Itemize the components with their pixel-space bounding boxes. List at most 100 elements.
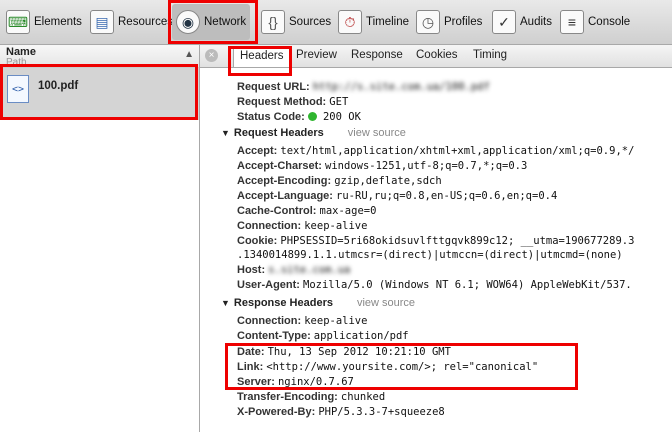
tab-timeline[interactable]: ⏱ Timeline — [338, 4, 409, 40]
tab-audits[interactable]: ✓ Audits — [492, 4, 552, 40]
sort-arrow-icon[interactable]: ▲ — [184, 49, 194, 60]
header-key: Connection: — [237, 220, 302, 232]
status-ok-icon — [307, 112, 317, 121]
header-line: Accept: text/html,application/xhtml+xml,… — [237, 145, 634, 157]
header-line: X-Powered-By: PHP/5.3.3-7+squeeze8 — [237, 406, 445, 418]
header-value: chunked — [340, 391, 386, 403]
tab-preview[interactable]: Preview — [296, 49, 337, 61]
tab-label: Audits — [520, 16, 552, 28]
request-method-line: Request Method: GET — [237, 96, 348, 108]
tab-resources[interactable]: ▤ Resources — [90, 4, 173, 40]
detail-tabs: × Headers Preview Response Cookies Timin… — [200, 45, 672, 68]
header-line: Cookie: PHPSESSID=5ri68okidsuvlfttgqvk89… — [237, 235, 634, 247]
tab-label: Console — [588, 16, 631, 28]
header-value: text/html,application/xhtml+xml,applicat… — [280, 145, 635, 157]
request-headers-title: Request Headers — [233, 127, 324, 139]
network-request-list: Name Path ▲ <> 100.pdf — [0, 45, 200, 432]
resources-icon: ▤ — [90, 10, 114, 34]
tab-label: Resources — [118, 16, 173, 28]
list-header[interactable]: Name Path ▲ — [0, 45, 199, 68]
header-value: keep-alive — [304, 220, 368, 232]
devtools-toolbar: ⌨ Elements ▤ Resources ◉ Network {} Sour… — [0, 0, 672, 45]
network-icon: ◉ — [176, 10, 200, 34]
tab-headers[interactable]: Headers — [233, 47, 291, 67]
tab-timing[interactable]: Timing — [473, 49, 507, 61]
tab-label: Network — [204, 16, 247, 28]
tab-label: Sources — [289, 16, 332, 28]
tab-elements[interactable]: ⌨ Elements — [6, 4, 82, 40]
header-key: Server: — [237, 376, 275, 388]
header-value: ru-RU,ru;q=0.8,en-US;q=0.6,en;q=0.4 — [336, 190, 558, 202]
header-line: Transfer-Encoding: chunked — [237, 391, 385, 403]
header-line: Accept-Encoding: gzip,deflate,sdch — [237, 175, 442, 187]
header-line: Content-Type: application/pdf — [237, 330, 409, 342]
tab-response[interactable]: Response — [351, 49, 403, 61]
elements-icon: ⌨ — [6, 10, 30, 34]
status-code-value: 200 OK — [322, 111, 361, 123]
request-headers-section[interactable]: ▼ Request Headers view source — [221, 127, 406, 139]
response-headers-title: Response Headers — [233, 297, 333, 309]
header-value: PHP/5.3.3-7+squeeze8 — [318, 406, 445, 418]
sources-icon: {} — [261, 10, 285, 34]
header-line: Server: nginx/0.7.67 — [237, 376, 354, 388]
header-value: Thu, 13 Sep 2012 10:21:10 GMT — [267, 346, 451, 358]
header-line: User-Agent: Mozilla/5.0 (Windows NT 6.1;… — [237, 279, 632, 291]
header-key: Date: — [237, 346, 265, 358]
header-value: application/pdf — [313, 330, 409, 342]
document-icon: <> — [7, 75, 29, 103]
header-key: Transfer-Encoding: — [237, 391, 338, 403]
request-method-value: GET — [329, 96, 349, 108]
view-source-link[interactable]: view source — [348, 127, 406, 139]
header-key: User-Agent: — [237, 279, 300, 291]
header-value: windows-1251,utf-8;q=0.7,*;q=0.3 — [325, 160, 528, 172]
header-value: <http://www.yoursite.com/>; rel="canonic… — [266, 361, 539, 373]
expand-triangle-icon[interactable]: ▼ — [221, 298, 230, 308]
header-key: Content-Type: — [237, 330, 311, 342]
status-code-line: Status Code: 200 OK — [237, 111, 361, 123]
header-key: Accept-Encoding: — [237, 175, 332, 187]
close-icon[interactable]: × — [205, 49, 218, 62]
header-key: Link: — [237, 361, 264, 373]
header-value: nginx/0.7.67 — [277, 376, 354, 388]
header-key: Accept-Language: — [237, 190, 333, 202]
header-value: keep-alive — [304, 315, 368, 327]
header-value: PHPSESSID=5ri68okidsuvlfttgqvk899c12; __… — [280, 235, 635, 247]
response-headers-section[interactable]: ▼ Response Headers view source — [221, 297, 415, 309]
header-value: s.site.com.ua — [268, 264, 351, 276]
tab-cookies[interactable]: Cookies — [416, 49, 458, 61]
tab-label: Elements — [34, 16, 82, 28]
header-line-continued: .1340014899.1.1.utmcsr=(direct)|utmccn=(… — [237, 249, 623, 261]
header-key: Host: — [237, 264, 266, 276]
status-code-label: Status Code: — [237, 111, 305, 123]
audits-icon: ✓ — [492, 10, 516, 34]
tab-profiles[interactable]: ◷ Profiles — [416, 4, 482, 40]
header-line: Accept-Charset: windows-1251,utf-8;q=0.7… — [237, 160, 527, 172]
tab-label: Timeline — [366, 16, 410, 28]
tab-sources[interactable]: {} Sources — [261, 4, 331, 40]
header-line: Connection: keep-alive — [237, 315, 367, 327]
header-line: Date: Thu, 13 Sep 2012 10:21:10 GMT — [237, 346, 451, 358]
request-url-label: Request URL: — [237, 81, 310, 93]
header-line: Connection: keep-alive — [237, 220, 367, 232]
header-line: Cache-Control: max-age=0 — [237, 205, 376, 217]
view-source-link[interactable]: view source — [357, 297, 415, 309]
expand-triangle-icon[interactable]: ▼ — [221, 128, 230, 138]
column-path-subheader: Path — [6, 57, 27, 68]
request-file-name: 100.pdf — [38, 80, 79, 92]
request-url-value: http://s.site.com.ua/100.pdf — [312, 81, 490, 93]
header-key: X-Powered-By: — [237, 406, 316, 418]
tab-network[interactable]: ◉ Network — [172, 4, 251, 40]
header-line: Host: s.site.com.ua — [237, 264, 350, 276]
header-key: Accept: — [237, 145, 278, 157]
request-method-label: Request Method: — [237, 96, 327, 108]
tab-label: Profiles — [444, 16, 483, 28]
request-row[interactable]: <> 100.pdf — [0, 68, 199, 120]
header-key: Accept-Charset: — [237, 160, 322, 172]
profiles-icon: ◷ — [416, 10, 440, 34]
console-icon: ≡ — [560, 10, 584, 34]
header-key: Connection: — [237, 315, 302, 327]
header-value: Mozilla/5.0 (Windows NT 6.1; WOW64) Appl… — [303, 279, 632, 291]
tab-console[interactable]: ≡ Console — [560, 4, 630, 40]
header-line: Link: <http://www.yoursite.com/>; rel="c… — [237, 361, 538, 373]
header-key: Cookie: — [237, 235, 278, 247]
